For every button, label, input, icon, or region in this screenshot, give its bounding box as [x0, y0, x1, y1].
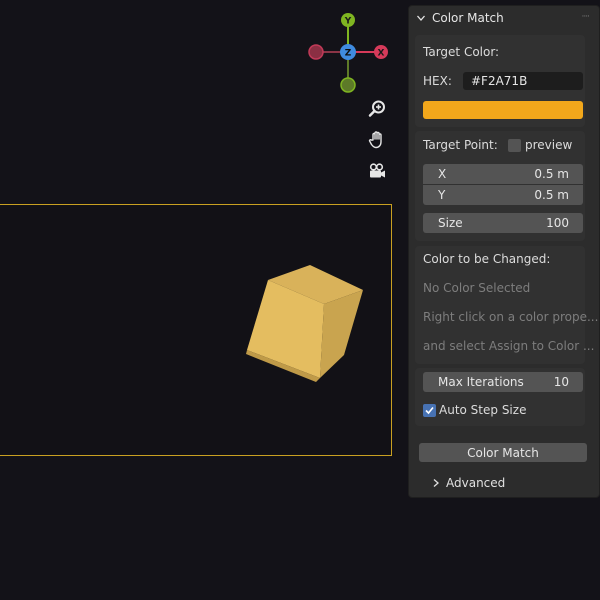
camera-icon[interactable] [364, 158, 390, 184]
x-coordinate-field[interactable]: X 0.5 m [423, 164, 583, 184]
y-label: Y [438, 188, 446, 202]
chevron-right-icon [433, 479, 439, 487]
target-point-heading: Target Point: [423, 138, 498, 152]
hex-value: #F2A71B [471, 74, 528, 88]
navigation-gizmo[interactable]: Y Z X [300, 8, 400, 108]
size-field[interactable]: Size 100 [423, 213, 583, 233]
preview-checkbox[interactable] [508, 139, 521, 152]
checkmark-icon [425, 406, 434, 415]
color-match-button[interactable]: Color Match [419, 443, 587, 462]
y-coordinate-field[interactable]: Y 0.5 m [423, 185, 583, 205]
gizmo-x-label: X [378, 49, 385, 59]
panel-title: Color Match [432, 11, 504, 25]
grip-icon[interactable]: ···· [582, 12, 591, 22]
no-color-selected-text: No Color Selected [423, 281, 531, 295]
y-value: 0.5 m [534, 188, 569, 202]
max-iterations-value: 10 [553, 375, 569, 389]
panel-header[interactable]: Color Match ···· [409, 6, 599, 30]
color-to-change-heading: Color to be Changed: [423, 252, 551, 266]
auto-step-checkbox[interactable] [423, 404, 436, 417]
cube-object[interactable] [240, 260, 370, 385]
x-value: 0.5 m [534, 167, 569, 181]
advanced-label: Advanced [446, 476, 506, 490]
max-iterations-label: Max Iterations [438, 375, 524, 389]
hex-input[interactable]: #F2A71B [463, 72, 583, 90]
chevron-down-icon [417, 15, 425, 21]
hand-pan-icon[interactable] [364, 127, 390, 153]
hint-line-2: and select Assign to Color ... [423, 339, 595, 353]
target-color-heading: Target Color: [423, 45, 500, 59]
size-label: Size [438, 216, 463, 230]
gizmo-y-label: Y [344, 17, 352, 27]
hex-label: HEX: [423, 74, 452, 88]
target-color-swatch[interactable] [423, 101, 583, 119]
auto-step-label: Auto Step Size [439, 403, 527, 417]
max-iterations-field[interactable]: Max Iterations 10 [423, 372, 583, 392]
preview-label: preview [525, 138, 573, 152]
x-label: X [438, 167, 447, 181]
zoom-icon[interactable] [364, 96, 390, 122]
gizmo-z-label: Z [345, 49, 352, 59]
hint-line-1: Right click on a color prope... [423, 310, 599, 324]
size-value: 100 [546, 216, 569, 230]
advanced-subpanel-toggle[interactable]: Advanced [431, 476, 505, 490]
